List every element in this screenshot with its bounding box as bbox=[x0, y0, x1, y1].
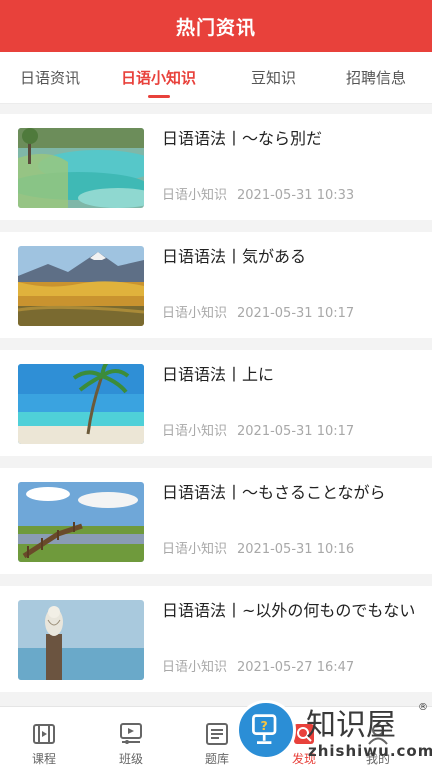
tab-japanese-tips[interactable]: 日语小知识 bbox=[121, 67, 196, 98]
article-category: 日语小知识 bbox=[162, 542, 228, 557]
article-time: 2021-05-27 16:47 bbox=[237, 660, 355, 675]
article-title: 日语语法丨～もさることながら bbox=[162, 483, 386, 502]
page-title: 热门资讯 bbox=[175, 16, 256, 39]
nav-label: 课程 bbox=[31, 752, 56, 766]
article-time: 2021-05-31 10:17 bbox=[237, 424, 355, 439]
article-item[interactable]: 日语语法丨～なら別だ 日语小知识 2021-05-31 10:33 bbox=[0, 114, 432, 220]
article-title: 日语语法丨~以外の何ものでもない bbox=[162, 601, 416, 620]
watermark-text: 知识屋 bbox=[306, 708, 396, 743]
article-item[interactable]: 日语语法丨上に 日语小知识 2021-05-31 10:17 bbox=[0, 350, 432, 456]
question-bank-icon bbox=[204, 721, 230, 747]
watermark-logo-icon: ? bbox=[236, 700, 296, 760]
article-time: 2021-05-31 10:33 bbox=[237, 188, 355, 203]
article-category: 日语小知识 bbox=[162, 424, 228, 439]
article-meta: 日语小知识 2021-05-27 16:47 bbox=[162, 656, 354, 675]
article-thumbnail bbox=[18, 246, 144, 326]
class-icon bbox=[118, 721, 144, 747]
article-thumbnail bbox=[18, 364, 144, 444]
article-time: 2021-05-31 10:17 bbox=[237, 306, 355, 321]
svg-text:?: ? bbox=[261, 718, 268, 733]
article-item[interactable]: 日语语法丨～もさることながら 日语小知识 2021-05-31 10:16 bbox=[0, 468, 432, 574]
course-icon bbox=[31, 721, 57, 747]
article-time: 2021-05-31 10:16 bbox=[237, 542, 355, 557]
site-watermark: ? 知识屋 ® zhishiwu.com bbox=[232, 700, 432, 768]
article-category: 日语小知识 bbox=[162, 306, 228, 321]
active-tab-indicator bbox=[147, 95, 170, 98]
article-meta: 日语小知识 2021-05-31 10:16 bbox=[162, 538, 354, 557]
article-meta: 日语小知识 2021-05-31 10:17 bbox=[162, 420, 354, 439]
watermark-url: zhishiwu.com bbox=[308, 742, 432, 760]
nav-courses[interactable]: 课程 bbox=[14, 707, 74, 768]
tab-jobs[interactable]: 招聘信息 bbox=[346, 67, 406, 88]
article-item[interactable]: 日语语法丨気がある 日语小知识 2021-05-31 10:17 bbox=[0, 232, 432, 338]
watermark-registered-mark: ® bbox=[418, 702, 428, 713]
tab-japanese-news[interactable]: 日语资讯 bbox=[20, 67, 80, 88]
article-title: 日语语法丨気がある bbox=[162, 247, 307, 266]
article-meta: 日语小知识 2021-05-31 10:33 bbox=[162, 184, 354, 203]
article-category: 日语小知识 bbox=[162, 660, 228, 675]
nav-label: 班级 bbox=[118, 752, 143, 766]
article-thumbnail bbox=[18, 128, 144, 208]
app-header: 热门资讯 bbox=[0, 0, 432, 52]
article-meta: 日语小知识 2021-05-31 10:17 bbox=[162, 302, 354, 321]
article-thumbnail bbox=[18, 600, 144, 680]
article-title: 日语语法丨～なら別だ bbox=[162, 129, 323, 148]
article-item[interactable]: 日语语法丨~以外の何ものでもない 日语小知识 2021-05-27 16:47 bbox=[0, 586, 432, 692]
nav-class[interactable]: 班级 bbox=[101, 707, 161, 768]
category-tabs: 日语资讯 日语小知识 豆知识 招聘信息 bbox=[0, 52, 432, 104]
article-category: 日语小知识 bbox=[162, 188, 228, 203]
article-thumbnail bbox=[18, 482, 144, 562]
article-title: 日语语法丨上に bbox=[162, 365, 275, 384]
tab-trivia[interactable]: 豆知识 bbox=[251, 67, 296, 88]
